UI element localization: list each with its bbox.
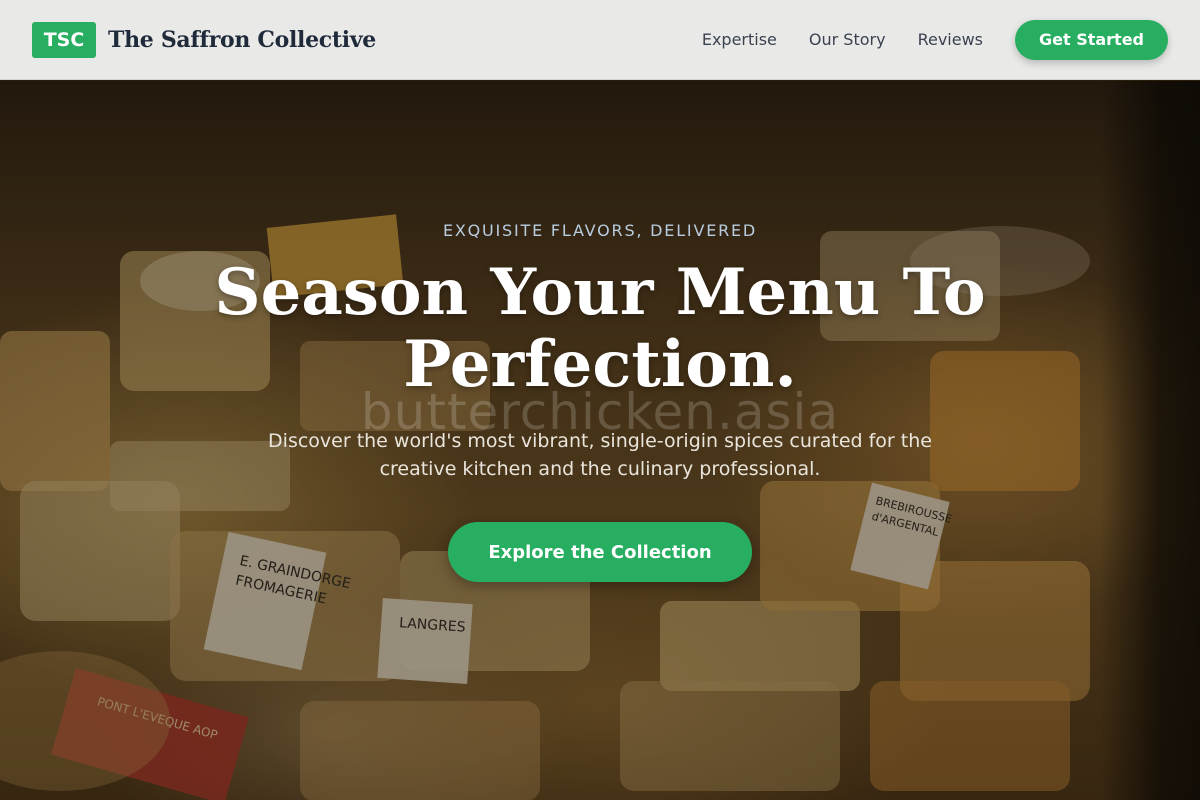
site-header: TSC The Saffron Collective Expertise Our…	[0, 0, 1200, 80]
nav-link-reviews[interactable]: Reviews	[918, 30, 983, 49]
get-started-button[interactable]: Get Started	[1015, 19, 1168, 60]
nav-link-our-story[interactable]: Our Story	[809, 30, 886, 49]
main-nav: Expertise Our Story Reviews Get Started	[702, 19, 1168, 60]
nav-link-expertise[interactable]: Expertise	[702, 30, 777, 49]
hero-section: E. GRAINDORGE FROMAGERIE LANGRES BREBIRO…	[0, 81, 1200, 800]
explore-collection-button[interactable]: Explore the Collection	[448, 522, 752, 582]
hero-subtext: Discover the world's most vibrant, singl…	[268, 430, 932, 480]
hero-headline: Season Your Menu To Perfection.	[214, 255, 986, 402]
brand-name[interactable]: The Saffron Collective	[108, 27, 376, 53]
hero-content: EXQUISITE FLAVORS, DELIVERED Season Your…	[0, 81, 1200, 800]
logo-badge[interactable]: TSC	[32, 21, 96, 58]
hero-eyebrow: EXQUISITE FLAVORS, DELIVERED	[442, 221, 758, 240]
